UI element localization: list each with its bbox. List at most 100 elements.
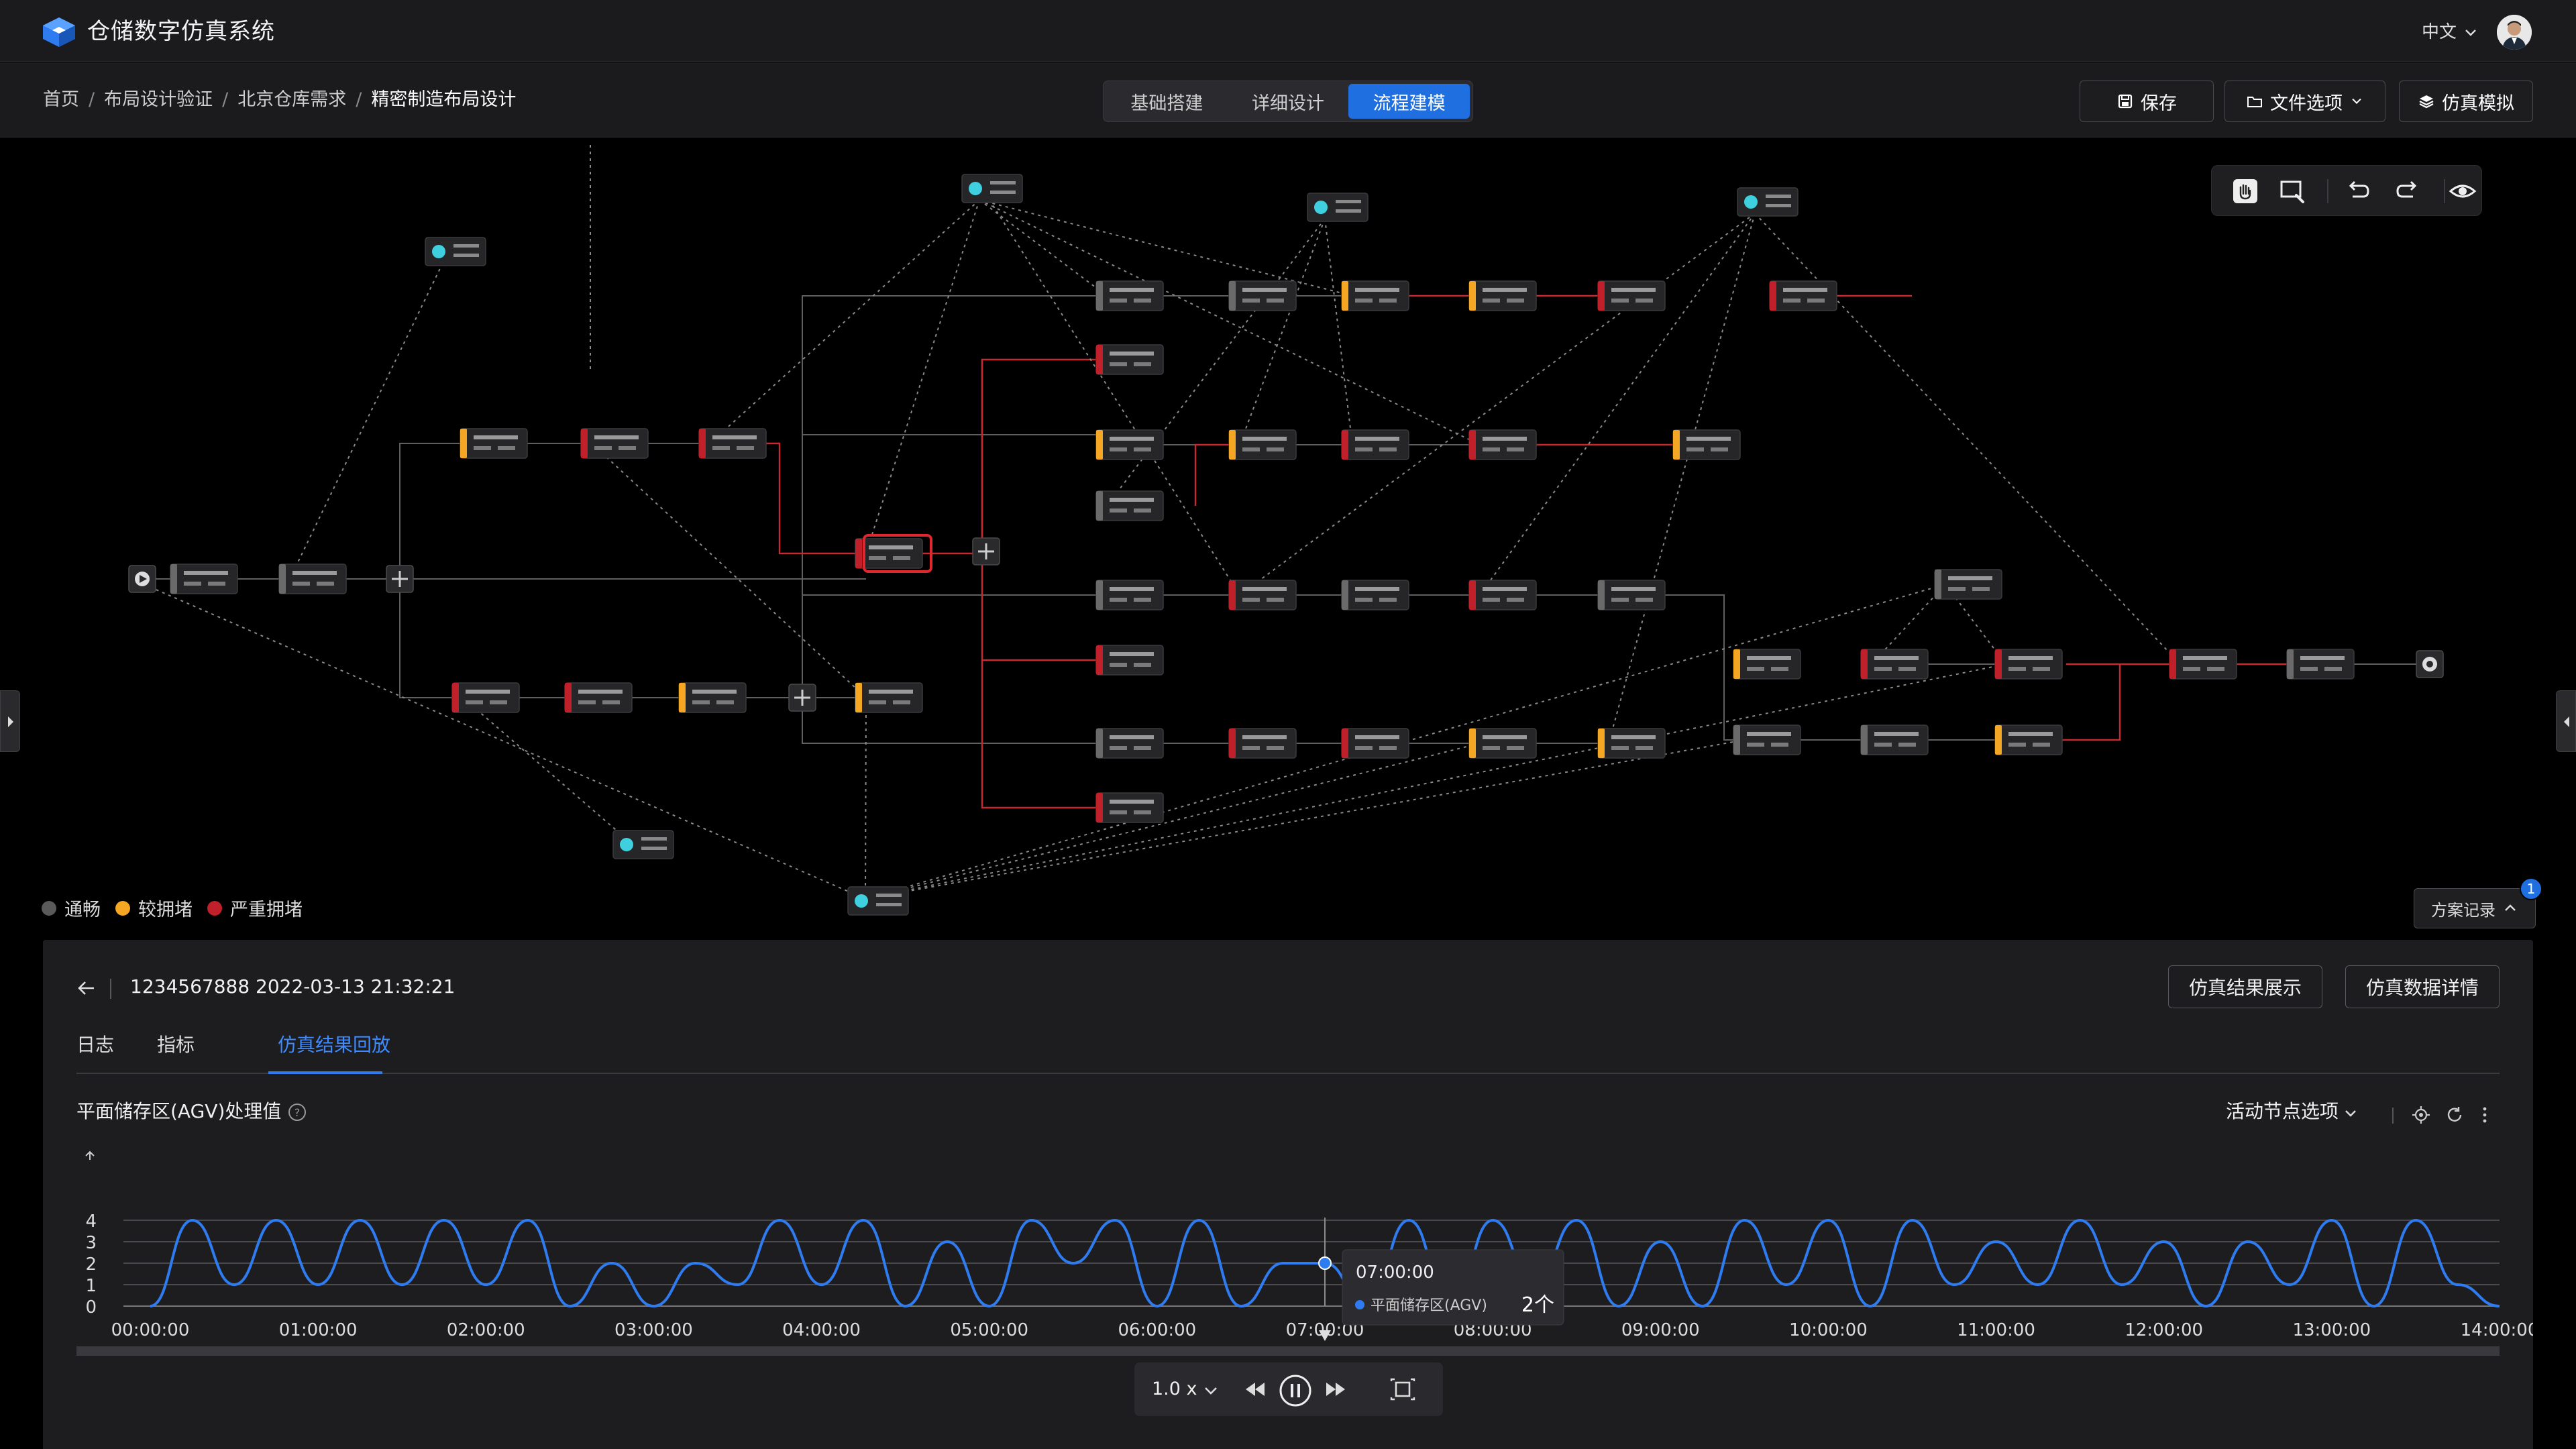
process-node[interactable] <box>1994 649 2063 680</box>
process-node[interactable] <box>1597 280 1666 311</box>
hand-pan-icon[interactable] <box>2231 176 2260 206</box>
process-node[interactable] <box>1733 724 1801 755</box>
process-node[interactable] <box>1934 569 2002 600</box>
process-node[interactable] <box>698 428 767 459</box>
process-node[interactable] <box>1597 728 1666 759</box>
process-node[interactable] <box>2286 649 2355 680</box>
process-node[interactable] <box>1468 580 1537 610</box>
process-node[interactable] <box>1095 280 1164 311</box>
process-node[interactable] <box>1769 280 1837 311</box>
resource-node[interactable] <box>847 886 909 916</box>
process-node[interactable] <box>855 682 923 713</box>
tab-metrics[interactable]: 指标 <box>157 1030 195 1061</box>
process-node[interactable] <box>1228 280 1297 311</box>
pause-icon[interactable] <box>1278 1373 1313 1408</box>
breadcrumb-home[interactable]: 首页 <box>43 89 79 110</box>
rewind-icon[interactable] <box>1242 1379 1269 1400</box>
flow-canvas[interactable]: 通畅 较拥堵 严重拥堵 方案记录 1 <box>0 138 2576 940</box>
process-node[interactable] <box>1341 429 1409 460</box>
resource-node[interactable] <box>1307 193 1368 222</box>
redo-icon[interactable] <box>2393 176 2422 206</box>
process-node[interactable] <box>678 682 747 713</box>
process-node[interactable] <box>1341 728 1409 759</box>
process-node[interactable] <box>1860 724 1929 755</box>
tab-detail-design[interactable]: 详细设计 <box>1228 84 1349 119</box>
user-avatar[interactable] <box>2497 15 2532 50</box>
zoom-select-icon[interactable] <box>2277 176 2307 206</box>
process-node[interactable] <box>564 682 633 713</box>
process-node[interactable] <box>1095 728 1164 759</box>
end-node[interactable] <box>2416 650 2444 678</box>
process-node[interactable] <box>1095 645 1164 676</box>
process-node[interactable] <box>1228 728 1297 759</box>
breadcrumb-beijing[interactable]: 北京仓库需求 <box>237 89 346 110</box>
chevron-down-icon[interactable] <box>2343 1105 2359 1121</box>
locate-icon[interactable] <box>2411 1105 2431 1125</box>
process-node[interactable] <box>1095 792 1164 823</box>
process-node[interactable] <box>1095 344 1164 375</box>
resource-node[interactable] <box>961 174 1023 203</box>
process-node[interactable] <box>1341 280 1409 311</box>
speed-selector[interactable]: 1.0 x <box>1152 1376 1197 1403</box>
gateway-node[interactable] <box>788 684 816 712</box>
fit-screen-icon[interactable] <box>1389 1377 1416 1401</box>
gateway-node[interactable] <box>972 537 1000 566</box>
node-stat-line <box>1110 508 1127 513</box>
tab-log[interactable]: 日志 <box>76 1030 114 1061</box>
process-node[interactable] <box>1672 429 1741 460</box>
process-node[interactable] <box>1733 649 1801 680</box>
hover-point[interactable] <box>1318 1256 1332 1270</box>
process-node[interactable] <box>170 564 238 594</box>
file-options-button[interactable]: 文件选项 <box>2224 80 2385 122</box>
process-node[interactable] <box>1468 280 1537 311</box>
process-node[interactable] <box>1341 580 1409 610</box>
result-show-button[interactable]: 仿真结果展示 <box>2168 965 2322 1008</box>
line-chart[interactable]: 01234 00:00:00 01:00:00 02:00:00 03:00:00 04:… <box>43 1128 2533 1356</box>
process-node[interactable] <box>2169 649 2237 680</box>
tab-basic-build[interactable]: 基础搭建 <box>1106 84 1228 119</box>
left-panel-toggle[interactable] <box>0 690 20 752</box>
process-node[interactable] <box>1095 580 1164 610</box>
refresh-icon[interactable] <box>2445 1105 2465 1125</box>
x-tick-label: 09:00:00 <box>1621 1320 1700 1340</box>
process-node[interactable] <box>1860 649 1929 680</box>
breadcrumb-layout-verify[interactable]: 布局设计验证 <box>104 89 213 110</box>
process-node[interactable] <box>1468 728 1537 759</box>
back-arrow-icon[interactable] <box>74 976 98 1000</box>
process-node[interactable] <box>1228 580 1297 610</box>
more-vertical-icon[interactable] <box>2478 1105 2491 1125</box>
resource-node[interactable] <box>1737 187 1799 217</box>
help-circle-icon[interactable]: ? <box>287 1102 307 1122</box>
eye-icon[interactable] <box>2448 176 2477 206</box>
node-label-line <box>474 435 518 439</box>
process-node[interactable] <box>1597 580 1666 610</box>
language-selector[interactable]: 中文 <box>2422 19 2457 46</box>
tab-playback[interactable]: 仿真结果回放 <box>278 1030 390 1061</box>
timeline-scrubber[interactable] <box>76 1346 2500 1356</box>
process-node[interactable] <box>1095 490 1164 521</box>
process-node[interactable] <box>1994 724 2063 755</box>
simulate-button[interactable]: 仿真模拟 <box>2399 80 2533 122</box>
undo-icon[interactable] <box>2343 176 2373 206</box>
right-panel-toggle[interactable] <box>2556 690 2576 752</box>
process-node[interactable] <box>451 682 520 713</box>
plan-record-button[interactable]: 方案记录 <box>2414 888 2536 928</box>
gateway-node[interactable] <box>386 565 414 593</box>
process-node[interactable] <box>460 428 528 459</box>
process-node[interactable] <box>1095 429 1164 460</box>
chevron-down-icon[interactable] <box>2463 25 2478 40</box>
resource-node[interactable] <box>612 830 674 859</box>
start-node[interactable] <box>128 565 156 593</box>
process-node[interactable] <box>580 428 649 459</box>
save-button[interactable]: 保存 <box>2080 80 2214 122</box>
tab-process-model[interactable]: 流程建模 <box>1348 84 1470 119</box>
chevron-down-icon[interactable] <box>1201 1381 1220 1400</box>
resource-node[interactable] <box>425 237 486 266</box>
process-node[interactable] <box>278 564 347 594</box>
flow-diagram[interactable] <box>0 138 2576 940</box>
fast-forward-icon[interactable] <box>1322 1379 1349 1400</box>
data-detail-button[interactable]: 仿真数据详情 <box>2345 965 2500 1008</box>
process-node[interactable] <box>1228 429 1297 460</box>
process-node[interactable] <box>1468 429 1537 460</box>
active-node-select[interactable]: 活动节点选项 <box>2226 1098 2339 1125</box>
